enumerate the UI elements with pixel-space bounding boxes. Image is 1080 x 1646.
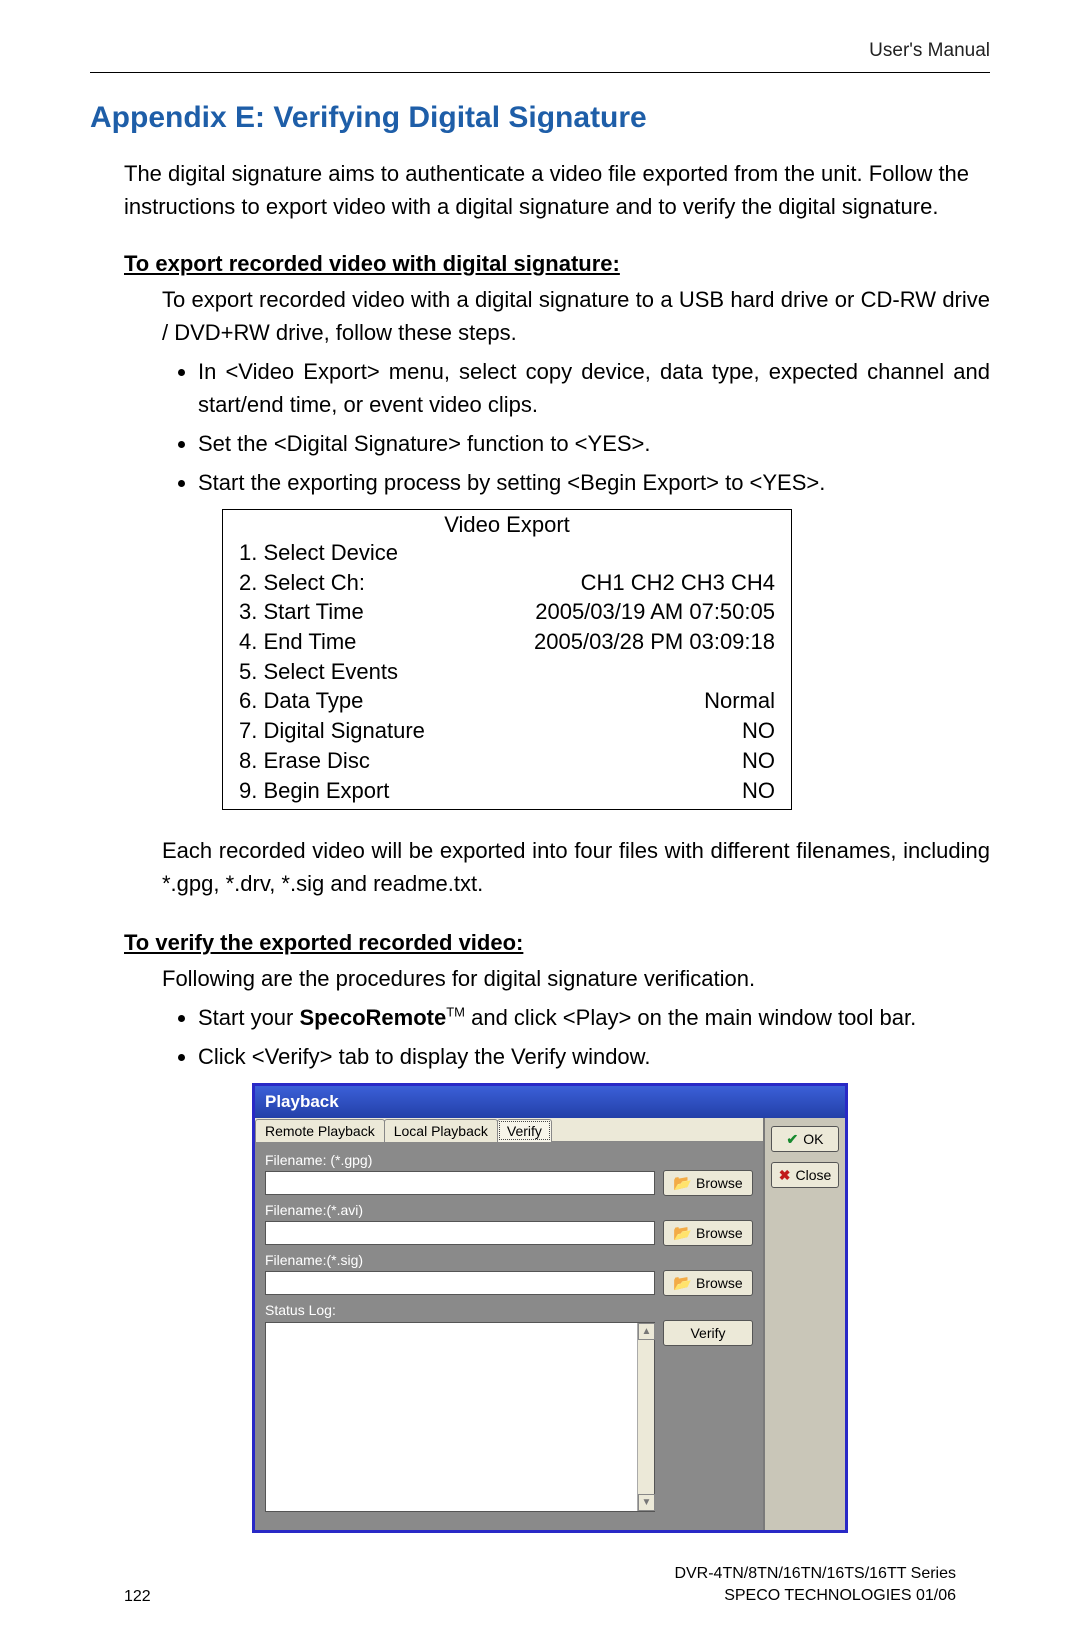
menu-row-3-value: 2005/03/19 AM 07:50:05: [535, 597, 775, 627]
trademark-icon: TM: [446, 1005, 465, 1020]
section2-bullet-1: Start your SpecoRemoteTM and click <Play…: [198, 1001, 990, 1034]
menu-row-1: 1. Select Device: [223, 538, 791, 568]
footer-product: DVR-4TN/8TN/16TN/16TS/16TT Series: [674, 1563, 956, 1585]
footer-company: SPECO TECHNOLOGIES 01/06: [674, 1585, 956, 1607]
section2-bullet-1-suffix: and click <Play> on the main window tool…: [465, 1005, 916, 1030]
close-x-icon: ✖: [779, 1167, 791, 1184]
gpg-label: Filename: (*.gpg): [265, 1152, 753, 1168]
tab-local-playback[interactable]: Local Playback: [384, 1119, 498, 1142]
menu-row-9-label: 9. Begin Export: [239, 776, 389, 806]
section2-bullet-1-prefix: Start your: [198, 1005, 299, 1030]
after-table-paragraph: Each recorded video will be exported int…: [162, 834, 990, 900]
menu-row-6-label: 6. Data Type: [239, 686, 363, 716]
folder-open-icon: 📂: [673, 1274, 692, 1292]
menu-row-8-label: 8. Erase Disc: [239, 746, 370, 776]
section1-paragraph: To export recorded video with a digital …: [162, 283, 990, 349]
gpg-browse-button[interactable]: 📂 Browse: [663, 1170, 753, 1196]
verify-button[interactable]: Verify: [663, 1320, 753, 1346]
sig-label: Filename:(*.sig): [265, 1252, 753, 1268]
section2-paragraph: Following are the procedures for digital…: [162, 962, 990, 995]
close-button[interactable]: ✖ Close: [771, 1162, 839, 1188]
playback-dialog: Playback Remote Playback Local Playback …: [252, 1083, 848, 1533]
menu-row-1-label: 1. Select Device: [239, 538, 398, 568]
page-number: 122: [124, 1588, 151, 1606]
menu-row-4: 4. End Time 2005/03/28 PM 03:09:18: [223, 627, 791, 657]
menu-row-3-label: 3. Start Time: [239, 597, 364, 627]
section2-heading: To verify the exported recorded video:: [124, 930, 990, 956]
section2-bullet-2: Click <Verify> tab to display the Verify…: [198, 1040, 990, 1073]
section1-bullets: In <Video Export> menu, select copy devi…: [162, 355, 990, 499]
gpg-input[interactable]: [265, 1171, 655, 1195]
close-button-label: Close: [795, 1167, 831, 1183]
menu-row-8-value: NO: [742, 746, 775, 776]
menu-row-3: 3. Start Time 2005/03/19 AM 07:50:05: [223, 597, 791, 627]
section2-bullets: Start your SpecoRemoteTM and click <Play…: [162, 1001, 990, 1073]
folder-open-icon: 📂: [673, 1224, 692, 1242]
avi-browse-button[interactable]: 📂 Browse: [663, 1220, 753, 1246]
menu-row-2-value: CH1 CH2 CH3 CH4: [581, 568, 775, 598]
avi-browse-label: Browse: [696, 1225, 743, 1241]
page-title: Appendix E: Verifying Digital Signature: [90, 101, 990, 135]
menu-row-9: 9. Begin Export NO: [223, 776, 791, 810]
section1-bullet-3: Start the exporting process by setting <…: [198, 466, 990, 499]
header-rule: [90, 72, 990, 73]
menu-row-5: 5. Select Events: [223, 657, 791, 687]
playback-tabs: Remote Playback Local Playback Verify: [255, 1118, 763, 1142]
menu-row-7-value: NO: [742, 716, 775, 746]
section1-bullet-1: In <Video Export> menu, select copy devi…: [198, 355, 990, 421]
menu-row-7: 7. Digital Signature NO: [223, 716, 791, 746]
sig-browse-label: Browse: [696, 1275, 743, 1291]
menu-row-4-value: 2005/03/28 PM 03:09:18: [534, 627, 775, 657]
menu-row-6-value: Normal: [704, 686, 775, 716]
avi-input[interactable]: [265, 1221, 655, 1245]
sig-input[interactable]: [265, 1271, 655, 1295]
ok-button-label: OK: [803, 1131, 823, 1147]
menu-row-4-label: 4. End Time: [239, 627, 356, 657]
status-log-textarea[interactable]: ▲ ▼: [265, 1322, 655, 1512]
verify-button-label: Verify: [690, 1325, 725, 1341]
menu-row-6: 6. Data Type Normal: [223, 686, 791, 716]
menu-row-9-value: NO: [742, 776, 775, 806]
status-scrollbar[interactable]: ▲ ▼: [637, 1323, 654, 1511]
checkmark-icon: ✔: [787, 1131, 799, 1148]
menu-row-5-label: 5. Select Events: [239, 657, 398, 687]
page-footer: 122 DVR-4TN/8TN/16TN/16TS/16TT Series SP…: [90, 1563, 990, 1606]
tab-remote-playback[interactable]: Remote Playback: [255, 1119, 385, 1142]
video-export-menu-title: Video Export: [223, 510, 791, 538]
section2-bullet-1-bold: SpecoRemote: [299, 1005, 446, 1030]
menu-row-2: 2. Select Ch: CH1 CH2 CH3 CH4: [223, 568, 791, 598]
folder-open-icon: 📂: [673, 1174, 692, 1192]
menu-row-2-label: 2. Select Ch:: [239, 568, 365, 598]
playback-dialog-title: Playback: [255, 1086, 845, 1118]
status-log-label: Status Log:: [265, 1302, 753, 1318]
video-export-menu: Video Export 1. Select Device 2. Select …: [222, 509, 792, 810]
header-manual-label: User's Manual: [90, 40, 990, 62]
intro-paragraph: The digital signature aims to authentica…: [124, 157, 990, 223]
scroll-down-icon[interactable]: ▼: [638, 1494, 655, 1511]
menu-row-8: 8. Erase Disc NO: [223, 746, 791, 776]
scroll-up-icon[interactable]: ▲: [638, 1323, 655, 1340]
gpg-browse-label: Browse: [696, 1175, 743, 1191]
sig-browse-button[interactable]: 📂 Browse: [663, 1270, 753, 1296]
section1-bullet-2: Set the <Digital Signature> function to …: [198, 427, 990, 460]
section1-heading: To export recorded video with digital si…: [124, 251, 990, 277]
avi-label: Filename:(*.avi): [265, 1202, 753, 1218]
tab-verify[interactable]: Verify: [497, 1119, 552, 1142]
ok-button[interactable]: ✔ OK: [771, 1126, 839, 1152]
menu-row-7-label: 7. Digital Signature: [239, 716, 425, 746]
